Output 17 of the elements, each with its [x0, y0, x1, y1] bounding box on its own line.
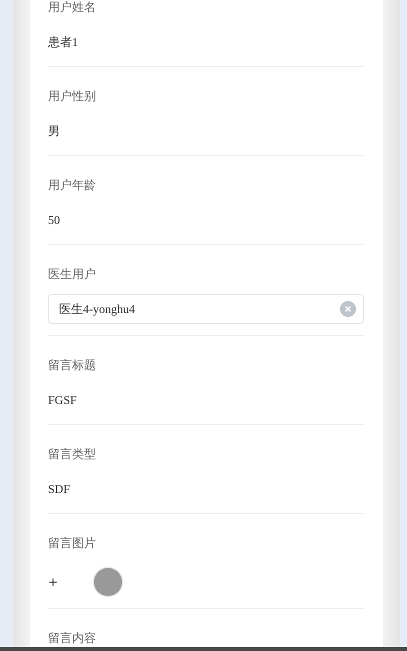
image-thumbnail: [94, 568, 122, 596]
field-label: 医生用户: [48, 267, 96, 281]
field-label: 用户姓名: [48, 0, 96, 14]
clear-icon[interactable]: [340, 301, 356, 317]
field-label: 留言内容: [48, 631, 96, 645]
field-value: 患者1: [48, 35, 79, 49]
doctor-select[interactable]: 医生4-yonghu4: [48, 294, 364, 324]
field-label: 留言标题: [48, 358, 96, 372]
field-value: SDF: [48, 482, 72, 496]
add-image-button[interactable]: +: [48, 575, 58, 589]
field-label: 用户性别: [48, 89, 96, 103]
field-value: FGSF: [48, 393, 78, 407]
field-label: 留言图片: [48, 536, 96, 550]
field-label: 留言类型: [48, 447, 96, 461]
field-label: 用户年龄: [48, 178, 96, 192]
field-value: 男: [48, 124, 61, 138]
field-value: 50: [48, 213, 61, 227]
